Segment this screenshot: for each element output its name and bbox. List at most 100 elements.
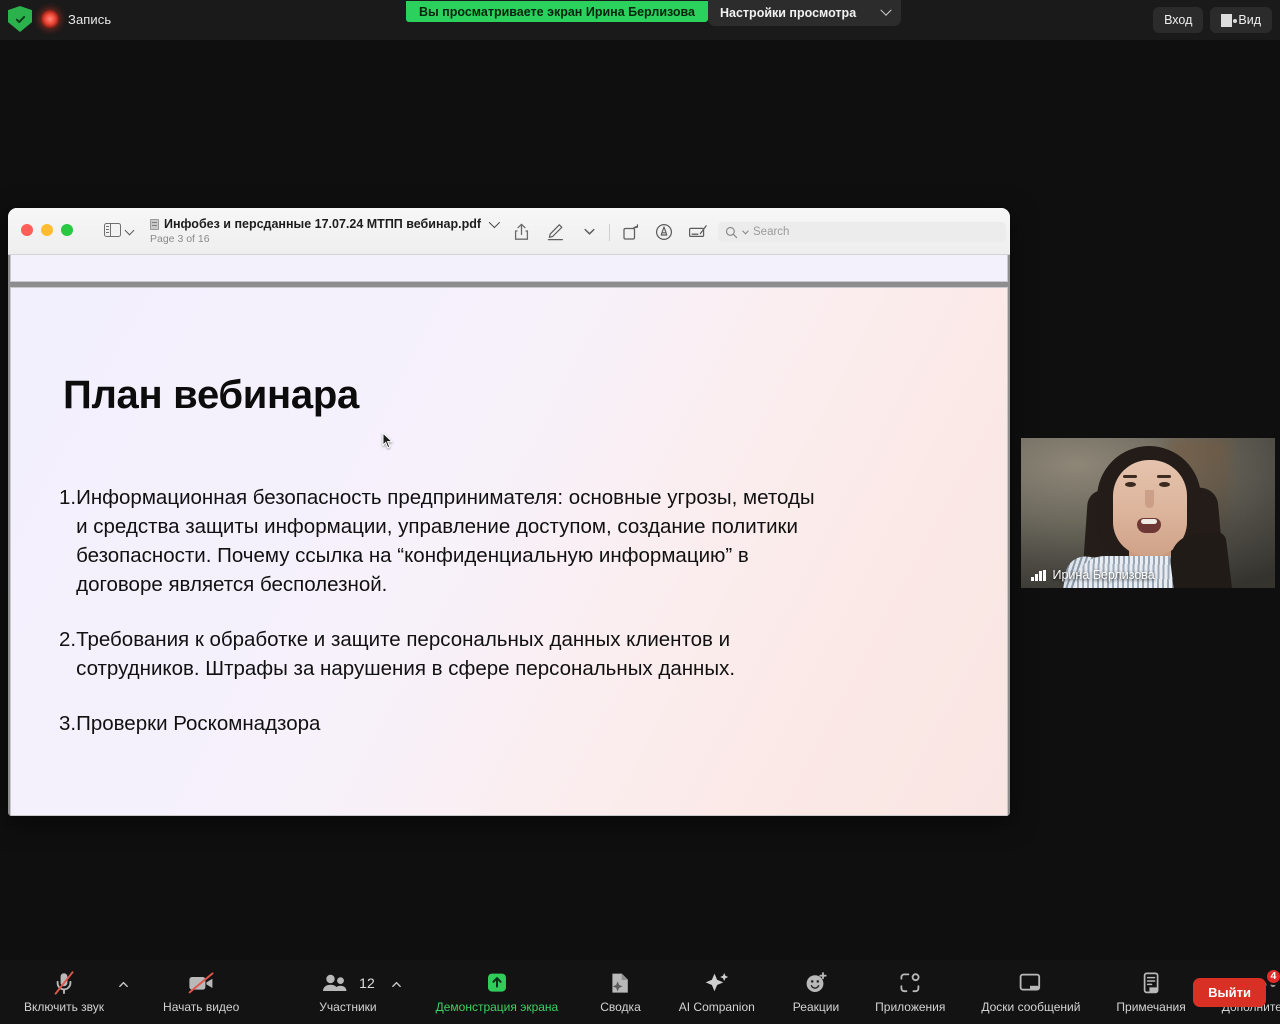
view-label: Вид [1238,13,1261,27]
participant-name-label-group: Ирина Берлизова [1021,562,1165,588]
document-title-group: Инфобез и персданные 17.07.24 МТПП вебин… [150,216,501,245]
apps-icon [898,971,922,995]
chevron-down-icon [742,229,749,235]
minimize-window-button[interactable] [41,224,53,236]
view-button[interactable]: Вид [1210,7,1272,33]
recording-indicator-group: Запись [8,6,111,32]
participants-options-caret[interactable] [383,979,408,1006]
maximize-window-button[interactable] [61,224,73,236]
toolbar-button-notes[interactable]: Примечания [1110,971,1191,1014]
search-placeholder: Search [753,226,790,238]
chevron-up-icon [119,981,128,987]
shared-pdf-window: Инфобез и персданные 17.07.24 МТПП вебин… [8,208,1010,816]
toolbar-label: Сводка [600,999,641,1014]
toolbar-button-participants[interactable]: 12 Участники [313,971,382,1014]
slide-title: План вебинара [63,373,359,417]
chevron-up-icon [391,981,401,987]
toolbar-label: Примечания [1116,999,1186,1014]
toolbar-label: Участники [319,999,377,1014]
share-screen-icon [484,971,510,995]
toolbar-label: Начать видео [163,999,240,1014]
recording-label: Запись [68,11,112,27]
signature-icon[interactable] [681,221,715,243]
list-item-number: 2. [59,628,77,651]
page-indicator: Page 3 of 16 [150,233,210,245]
leave-meeting-button[interactable]: Выйти [1193,978,1266,1007]
close-window-button[interactable] [21,224,33,236]
pdf-slide-page: План вебинара 1. Информационная безопасн… [10,287,1008,816]
markup-pen-icon[interactable] [538,221,572,243]
login-label: Вход [1164,13,1193,27]
share-icon[interactable] [504,221,538,243]
view-settings-button[interactable]: Настройки просмотра [708,0,902,26]
chevron-down-icon[interactable] [124,225,135,236]
search-icon [725,226,738,238]
window-traffic-lights [21,224,73,236]
toolbar-button-apps[interactable]: Приложения [869,971,951,1014]
chevron-down-icon [880,4,892,16]
audio-options-caret[interactable] [110,979,135,1006]
list-item-text: Информационная безопасность предпринимат… [76,486,815,596]
toolbar-button-unmute[interactable]: Включить звук [18,970,110,1014]
list-item-text: Проверки Роскомнадзора [76,712,321,735]
toolbar-button-ai-companion[interactable]: AI Companion [673,971,761,1014]
notes-icon [1140,971,1162,995]
audio-level-bars-icon [1031,569,1046,581]
list-item-number: 1. [59,486,77,509]
search-input[interactable]: Search [718,222,1006,242]
top-right-buttons: Вход Вид [1153,7,1272,33]
list-item: 2. Требования к обработке и защите персо… [59,625,819,683]
list-item: 1. Информационная безопасность предприни… [59,483,819,599]
toolbar-label: Демонстрация экрана [435,999,559,1014]
pdf-page-area[interactable]: План вебинара 1. Информационная безопасн… [8,255,1010,816]
layout-view-icon [1221,13,1238,27]
list-item-text: Требования к обработке и защите персонал… [76,628,736,680]
toolbar-button-start-video[interactable]: Начать видео [157,971,245,1014]
zoom-top-bar: Запись Вы просматриваете экран Ирина Бер… [0,0,1280,40]
pdf-tool-icons [504,221,715,243]
resize-grip-icon[interactable] [1008,743,1010,795]
video-camera-off-icon [187,971,215,995]
toolbar-button-reactions[interactable]: Реакции [787,971,845,1014]
toolbar-label: Доски сообщений [981,999,1081,1014]
participant-video-tile[interactable]: Ирина Берлизова [1021,438,1275,588]
rotate-icon[interactable] [613,221,647,243]
reactions-smiley-icon [804,971,828,995]
ai-sparkle-icon [704,971,730,995]
toolbar-label: Приложения [875,999,946,1014]
shield-check-icon [8,6,32,32]
participants-count: 12 [359,974,375,991]
slide-agenda-list: 1. Информационная безопасность предприни… [59,483,819,738]
toolbar-button-summary[interactable]: Сводка [594,971,647,1014]
whiteboard-icon [1018,971,1044,995]
sidebar-toggle-icon[interactable] [104,223,121,237]
pdf-toolbar: Инфобез и персданные 17.07.24 МТПП вебин… [8,208,1010,449]
pdf-document-icon [150,218,159,230]
toolbar-label: Включить звук [24,999,105,1014]
toolbar-button-share-screen[interactable]: Демонстрация экрана [430,971,565,1014]
participant-name: Ирина Берлизова [1052,568,1155,582]
login-button[interactable]: Вход [1153,7,1204,33]
list-item-number: 3. [59,712,77,735]
recording-dot-icon [41,10,59,28]
toolbar-divider [609,223,610,241]
list-item: 3. Проверки Роскомнадзора [59,709,819,738]
notification-badge: 4 [1264,967,1280,985]
toolbar-items: Включить звук Начать видео 12 Участники [0,960,1280,1024]
chevron-down-icon[interactable] [488,216,501,229]
toolbar-label: Реакции [792,999,840,1014]
leave-label: Выйти [1208,985,1251,1000]
toolbar-label: AI Companion [678,999,755,1014]
annotate-icon[interactable] [647,221,681,243]
participants-icon: 12 [321,971,375,995]
toolbar-button-whiteboards[interactable]: Доски сообщений [975,971,1086,1014]
mouse-pointer-icon [382,432,393,449]
summary-icon [609,971,631,995]
document-title[interactable]: Инфобез и персданные 17.07.24 МТПП вебин… [164,217,481,231]
chevron-down-icon[interactable] [572,221,606,243]
previous-page-edge [10,255,1008,282]
screen-share-banner: Вы просматриваете экран Ирина Берлизова [406,1,709,22]
view-settings-label: Настройки просмотра [720,6,857,20]
zoom-bottom-toolbar: Включить звук Начать видео 12 Участники [0,960,1280,1024]
microphone-muted-icon [52,970,76,995]
